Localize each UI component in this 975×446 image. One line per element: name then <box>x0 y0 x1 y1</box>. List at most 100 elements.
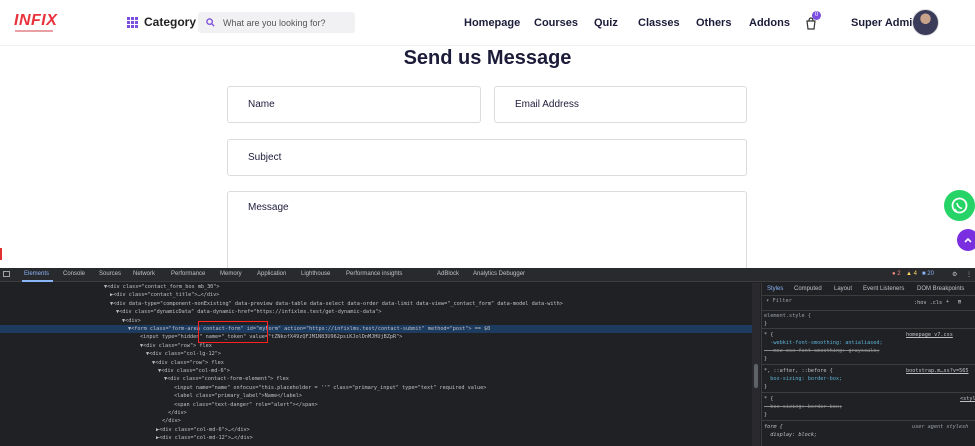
tab-layout[interactable]: Layout <box>834 286 852 292</box>
menu-others[interactable]: Others <box>696 17 731 29</box>
dom-line[interactable]: </div> <box>168 409 187 417</box>
hover-class-toggles[interactable]: :hov .cls <box>914 299 942 307</box>
style-source-link[interactable]: <style> <box>960 395 975 403</box>
category-menu[interactable]: Category <box>127 15 196 29</box>
tab-event-listeners[interactable]: Event Listeners <box>863 286 904 292</box>
style-source-label: user agent stylesh <box>912 424 969 430</box>
gear-icon[interactable]: ⚙ <box>952 271 957 278</box>
styles-filter-input[interactable]: Filter <box>773 298 792 304</box>
name-field-label: Name <box>248 99 275 110</box>
style-rule-line[interactable]: * { <box>764 395 773 403</box>
message-count[interactable]: ■ 20 <box>922 271 934 277</box>
style-rule-line[interactable]: box-sizing: border-box; <box>764 403 842 411</box>
menu-addons[interactable]: Addons <box>749 17 790 29</box>
devtools-tabbar: Elements Console Sources Network Perform… <box>0 268 975 282</box>
highlight-annotation-box <box>198 321 268 343</box>
menu-homepage[interactable]: Homepage <box>464 17 520 29</box>
dom-line[interactable]: <span class="text-danger" role="alert"><… <box>174 401 318 409</box>
scroll-top-button[interactable] <box>957 229 975 251</box>
dom-line[interactable]: ▼<div class="contact-form-element"> flex <box>164 375 289 383</box>
error-count[interactable]: ● 2 <box>892 271 901 277</box>
divider <box>762 310 975 311</box>
divider <box>762 364 975 365</box>
tab-analytics-debugger[interactable]: Analytics Debugger <box>473 271 525 277</box>
grid-icon <box>127 16 138 28</box>
message-field[interactable]: Message <box>227 191 747 271</box>
style-rule-line: } <box>764 412 768 418</box>
style-rule-line[interactable]: -webkit-font-smoothing: antialiased; <box>764 339 882 347</box>
tab-dom-breakpoints[interactable]: DOM Breakpoints <box>917 286 964 292</box>
divider <box>762 420 975 421</box>
style-rule-line[interactable]: * { <box>764 331 773 339</box>
dom-line[interactable]: <input name="name" onfocus="this.placeho… <box>174 384 486 392</box>
elements-scroll-thumb[interactable] <box>754 364 758 388</box>
style-rule-line[interactable]: display: block; <box>764 431 817 439</box>
dom-line[interactable]: </div> <box>162 417 181 425</box>
divider <box>762 392 975 393</box>
style-source-link[interactable]: homepage_v7.css <box>906 331 953 339</box>
name-field[interactable]: Name <box>227 86 481 123</box>
subject-field-label: Subject <box>248 152 282 163</box>
tab-styles[interactable]: Styles <box>767 286 783 292</box>
tab-sources[interactable]: Sources <box>99 271 121 277</box>
dom-line[interactable]: ▼<div class="col-md-6"> <box>158 367 230 375</box>
menu-quiz[interactable]: Quiz <box>594 17 618 29</box>
page-title: Send us Message <box>403 47 572 69</box>
email-field[interactable]: Email Address <box>494 86 747 123</box>
styles-tabbar: Styles Computed Layout Event Listeners D… <box>762 283 975 296</box>
tab-performance[interactable]: Performance <box>171 271 205 277</box>
user-name[interactable]: Super Admin <box>851 17 919 29</box>
inspect-icon[interactable] <box>3 271 11 279</box>
top-navbar: INFIX Category Homepage Courses Quiz Cla… <box>0 0 975 46</box>
dom-line[interactable]: ▼<div class="contact_form_box mb_30"> <box>104 283 220 291</box>
search-bar[interactable] <box>198 12 355 33</box>
tab-elements[interactable]: Elements <box>24 271 49 277</box>
more-icon[interactable]: ⋮ <box>966 271 972 278</box>
cart-count-badge: 0 <box>812 11 821 20</box>
dom-line[interactable]: <label class="primary_label">Name</label… <box>174 392 302 400</box>
styles-filter[interactable]: ▾ Filter <box>766 298 906 308</box>
style-rule-line[interactable]: *, ::after, ::before { <box>764 367 833 375</box>
style-rule-line[interactable]: box-sizing: border-box; <box>764 375 842 383</box>
menu-classes[interactable]: Classes <box>638 17 680 29</box>
site-logo[interactable]: INFIX <box>14 12 57 30</box>
dom-line[interactable]: ▼<div class="row"> flex <box>152 359 224 367</box>
style-rule-line[interactable]: -moz-osx-font-smoothing: grayscale; <box>764 347 879 355</box>
add-rule-icon[interactable]: + <box>946 298 949 306</box>
whatsapp-button[interactable] <box>944 190 975 221</box>
dom-line[interactable]: <input type="hidden" name="_token" value… <box>140 333 402 341</box>
search-input[interactable] <box>223 17 343 28</box>
elements-tree[interactable]: ▼<div class="contact_form_box mb_30"> ▶<… <box>0 283 752 446</box>
tab-application[interactable]: Application <box>257 271 286 277</box>
toggle-sidebar-icon[interactable]: ▤ <box>958 298 961 306</box>
chevron-up-icon <box>964 237 972 243</box>
dom-line[interactable]: ▼<div data-type="component-nonExisting" … <box>110 300 563 308</box>
category-label: Category <box>144 15 197 29</box>
dom-line[interactable]: ▼<div> <box>122 317 141 325</box>
style-source-link[interactable]: bootstrap.m…ss?v=565 <box>906 367 968 375</box>
logo-tagline-bar <box>15 30 53 32</box>
tab-adblock[interactable]: AdBlock <box>437 271 459 277</box>
style-rule-line[interactable]: element.style { <box>764 312 811 320</box>
tab-computed[interactable]: Computed <box>794 286 822 292</box>
dom-line[interactable]: ▶<div class="col-md-12">…</div> <box>156 434 253 442</box>
menu-courses[interactable]: Courses <box>534 17 578 29</box>
active-tab-indicator <box>22 280 53 282</box>
dom-line[interactable]: ▼<div class="dynamicData" data-dynamic-h… <box>116 308 381 316</box>
subject-field[interactable]: Subject <box>227 139 747 176</box>
tab-network[interactable]: Network <box>133 271 155 277</box>
tab-console[interactable]: Console <box>63 271 85 277</box>
tab-lighthouse[interactable]: Lighthouse <box>301 271 330 277</box>
tab-performance-insights[interactable]: Performance insights <box>346 271 402 277</box>
search-icon <box>206 18 215 27</box>
tab-memory[interactable]: Memory <box>220 271 242 277</box>
dom-line[interactable]: ▶<div class="contact_title">…</div> <box>110 291 219 299</box>
style-rule-line[interactable]: form { <box>764 423 783 431</box>
avatar[interactable] <box>912 9 939 36</box>
warning-count[interactable]: ▲ 4 <box>906 271 917 277</box>
dom-line[interactable]: ▶<div class="col-md-6">…</div> <box>156 426 250 434</box>
dom-line[interactable]: ▼<div class="row"> flex <box>140 342 212 350</box>
dom-line-selected[interactable]: ▼<form class="form-area contact-form" id… <box>0 325 752 334</box>
left-edge-marker <box>0 248 2 260</box>
dom-line[interactable]: ▼<div class="col-lg-12"> <box>146 350 221 358</box>
